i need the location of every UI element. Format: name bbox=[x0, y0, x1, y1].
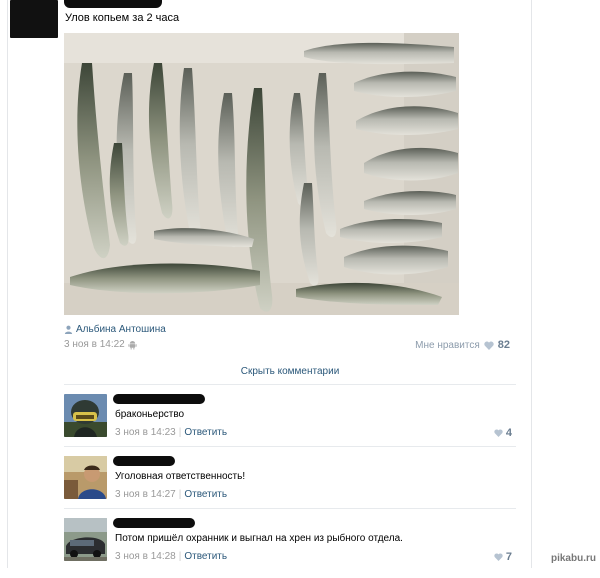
post-like-button[interactable]: Мне нравится 82 bbox=[415, 339, 510, 351]
comment-date[interactable]: 3 ноя в 14:23 bbox=[115, 427, 176, 438]
android-icon bbox=[128, 340, 137, 349]
heart-icon bbox=[494, 429, 503, 437]
heart-icon bbox=[484, 341, 494, 350]
comment-avatar[interactable] bbox=[64, 518, 107, 561]
like-count: 82 bbox=[497, 339, 510, 351]
post-author-name-redacted bbox=[64, 0, 162, 8]
person-icon bbox=[64, 325, 73, 334]
post-photo[interactable] bbox=[64, 33, 459, 315]
reply-link[interactable]: Ответить bbox=[184, 427, 227, 438]
comments-separator bbox=[64, 508, 516, 509]
photo-author-link[interactable]: Альбина Антошина bbox=[64, 324, 166, 335]
frame-left-border bbox=[7, 0, 8, 568]
comment-avatar[interactable] bbox=[64, 394, 107, 437]
comment-text: браконьерство bbox=[115, 409, 185, 420]
comment-like-count: 4 bbox=[505, 427, 512, 439]
comment-author-redacted bbox=[113, 518, 195, 528]
comment-meta: 3 ноя в 14:23 | Ответить bbox=[115, 427, 228, 438]
comment-like-button[interactable]: 7 bbox=[494, 551, 512, 563]
reply-link[interactable]: Ответить bbox=[184, 551, 227, 562]
comments-separator bbox=[64, 384, 516, 385]
post-text: Улов копьем за 2 часа bbox=[65, 12, 180, 24]
post-author-avatar[interactable] bbox=[10, 0, 58, 38]
like-label: Мне нравится bbox=[415, 339, 480, 351]
comment-text: Потом пришёл охранник и выгнал на хрен и… bbox=[115, 533, 403, 544]
comment-date[interactable]: 3 ноя в 14:27 bbox=[115, 489, 176, 500]
comment-item: браконьерство 3 ноя в 14:23 | Ответить 4 bbox=[64, 394, 516, 454]
comment-date[interactable]: 3 ноя в 14:28 bbox=[115, 551, 176, 562]
comment-text: Уголовная ответственность! bbox=[115, 471, 246, 482]
watermark: pikabu.ru bbox=[550, 553, 596, 564]
comment-item: Потом пришёл охранник и выгнал на хрен и… bbox=[64, 518, 516, 578]
post-meta: 3 ноя в 14:22 bbox=[64, 339, 137, 350]
heart-icon bbox=[494, 553, 503, 561]
comment-like-count: 7 bbox=[505, 551, 512, 563]
photo-author-name: Альбина Антошина bbox=[76, 324, 166, 335]
comment-meta: 3 ноя в 14:27 | Ответить bbox=[115, 489, 228, 500]
comment-author-redacted bbox=[113, 394, 205, 404]
comment-author-redacted bbox=[113, 456, 175, 466]
frame-right-border bbox=[531, 0, 532, 568]
hide-comments-link[interactable]: Скрыть комментарии bbox=[64, 366, 516, 377]
comment-like-button[interactable]: 4 bbox=[494, 427, 512, 439]
comments-separator bbox=[64, 446, 516, 447]
comment-meta: 3 ноя в 14:28 | Ответить bbox=[115, 551, 228, 562]
comment-avatar[interactable] bbox=[64, 456, 107, 499]
reply-link[interactable]: Ответить bbox=[184, 489, 227, 500]
comment-item: Уголовная ответственность! 3 ноя в 14:27… bbox=[64, 456, 516, 516]
post-date[interactable]: 3 ноя в 14:22 bbox=[64, 339, 125, 350]
